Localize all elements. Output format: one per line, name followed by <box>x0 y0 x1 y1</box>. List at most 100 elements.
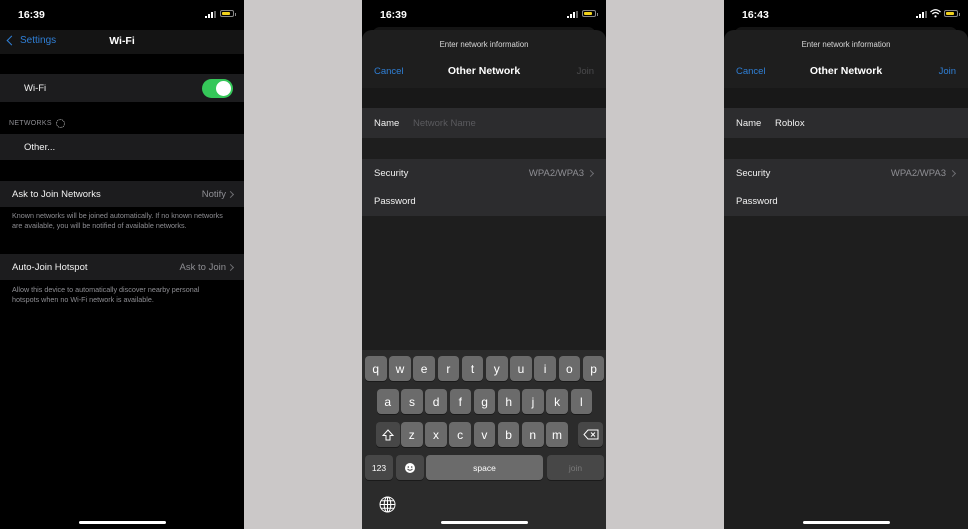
auto-join-hotspot-label: Auto-Join Hotspot <box>12 261 88 273</box>
chevron-right-icon <box>948 169 957 178</box>
keyboard: qwertyuiop asdfghjkl zxcvbnm 123 space j… <box>362 350 606 529</box>
auto-join-hotspot-footnote: Allow this device to automatically disco… <box>12 285 200 304</box>
key-p[interactable]: p <box>582 356 605 381</box>
battery-icon <box>944 10 960 17</box>
password-field-row[interactable]: Password <box>724 187 968 216</box>
key-a[interactable]: a <box>377 389 399 414</box>
shift-icon <box>382 428 394 440</box>
ask-to-join-value: Notify <box>201 188 226 200</box>
key-c[interactable]: c <box>449 422 471 447</box>
name-field-row[interactable]: Name Roblox <box>724 108 968 138</box>
auto-join-hotspot-value: Ask to Join <box>179 261 226 273</box>
security-value: WPA2/WPA3 <box>890 168 946 179</box>
chevron-right-icon <box>226 190 235 198</box>
battery-icon <box>220 10 236 17</box>
home-indicator[interactable] <box>441 521 528 524</box>
home-indicator[interactable] <box>803 521 890 524</box>
numbers-key[interactable]: 123 <box>365 455 393 480</box>
wifi-toggle-row: Wi-Fi <box>0 74 244 102</box>
password-label: Password <box>374 196 416 207</box>
backspace-icon <box>582 429 598 440</box>
join-return-key[interactable]: join <box>547 455 604 480</box>
key-n[interactable]: n <box>522 422 544 447</box>
key-d[interactable]: d <box>425 389 447 414</box>
globe-key[interactable] <box>379 496 396 518</box>
key-q[interactable]: q <box>365 356 387 381</box>
security-label: Security <box>374 168 409 179</box>
password-label: Password <box>736 196 778 207</box>
page-title: Wi-Fi <box>109 35 135 47</box>
key-v[interactable]: v <box>473 422 496 447</box>
status-bar: 16:39 <box>0 0 244 30</box>
password-field-row[interactable]: Password <box>362 187 606 216</box>
security-row[interactable]: Security WPA2/WPA3 <box>362 159 606 187</box>
networks-header-label: NETWORKS <box>9 120 52 127</box>
name-input[interactable]: Network Name <box>413 118 476 129</box>
other-network-screen-empty: 16:39 Enter network information Cancel O… <box>362 0 606 529</box>
emoji-icon <box>405 462 415 473</box>
emoji-key[interactable] <box>396 455 424 480</box>
key-t[interactable]: t <box>461 356 484 381</box>
delete-key[interactable] <box>578 422 603 447</box>
status-time: 16:39 <box>380 9 407 21</box>
auto-join-hotspot-row[interactable]: Auto-Join Hotspot Ask to Join <box>0 254 244 280</box>
status-time: 16:39 <box>18 9 45 21</box>
key-j[interactable]: j <box>522 389 544 414</box>
status-bar: 16:39 <box>362 0 606 30</box>
security-row[interactable]: Security WPA2/WPA3 <box>724 159 968 187</box>
security-label: Security <box>736 168 771 179</box>
sheet-header: Cancel Other Network Join <box>362 64 606 80</box>
section-spacer <box>362 88 606 108</box>
key-e[interactable]: e <box>413 356 435 381</box>
join-button[interactable]: Join <box>577 66 594 77</box>
cellular-signal-icon <box>205 11 216 18</box>
shift-key[interactable] <box>376 422 400 447</box>
key-h[interactable]: h <box>498 389 520 414</box>
wifi-settings-screen: 16:39 Settings Wi-Fi Wi-Fi NETWORKS Othe… <box>0 0 244 529</box>
ask-to-join-label: Ask to Join Networks <box>12 188 101 200</box>
status-time: 16:43 <box>742 9 769 21</box>
name-input[interactable]: Roblox <box>775 118 805 129</box>
key-y[interactable]: y <box>486 356 508 381</box>
key-m[interactable]: m <box>546 422 568 447</box>
space-key[interactable]: space <box>426 455 543 480</box>
sheet-prompt: Enter network information <box>801 40 891 49</box>
key-k[interactable]: k <box>546 389 568 414</box>
name-field-row[interactable]: Name Network Name <box>362 108 606 138</box>
key-f[interactable]: f <box>449 389 472 414</box>
key-l[interactable]: l <box>570 389 593 414</box>
sheet-header: Cancel Other Network Join <box>724 64 968 80</box>
sheet-prompt: Enter network information <box>439 40 529 49</box>
chevron-right-icon <box>586 169 595 178</box>
key-w[interactable]: w <box>389 356 411 381</box>
chevron-right-icon <box>226 263 235 271</box>
loading-spinner-icon <box>55 119 65 128</box>
name-label: Name <box>736 118 762 129</box>
key-z[interactable]: z <box>401 422 423 447</box>
battery-icon <box>582 10 598 17</box>
home-indicator[interactable] <box>79 521 166 524</box>
other-label: Other... <box>24 141 56 153</box>
wifi-toggle[interactable] <box>202 79 233 98</box>
globe-icon <box>379 496 396 513</box>
wifi-icon <box>930 9 941 18</box>
section-spacer <box>724 88 968 108</box>
cellular-signal-icon <box>567 11 578 18</box>
key-o[interactable]: o <box>558 356 581 381</box>
key-i[interactable]: i <box>534 356 556 381</box>
ask-to-join-row[interactable]: Ask to Join Networks Notify <box>0 181 244 207</box>
key-x[interactable]: x <box>425 422 447 447</box>
key-r[interactable]: r <box>437 356 460 381</box>
join-button[interactable]: Join <box>939 66 956 77</box>
nav-bar: Settings Wi-Fi <box>0 30 244 54</box>
key-u[interactable]: u <box>510 356 532 381</box>
key-b[interactable]: b <box>497 422 520 447</box>
other-network-screen-filled: 16:43 Enter network information Cancel O… <box>724 0 968 529</box>
status-bar: 16:43 <box>724 0 968 30</box>
sheet-title: Other Network <box>447 65 521 77</box>
networks-section-header: NETWORKS <box>9 119 65 128</box>
key-g[interactable]: g <box>473 389 496 414</box>
key-s[interactable]: s <box>401 389 423 414</box>
other-network-row[interactable]: Other... <box>0 134 244 160</box>
name-label: Name <box>374 118 400 129</box>
